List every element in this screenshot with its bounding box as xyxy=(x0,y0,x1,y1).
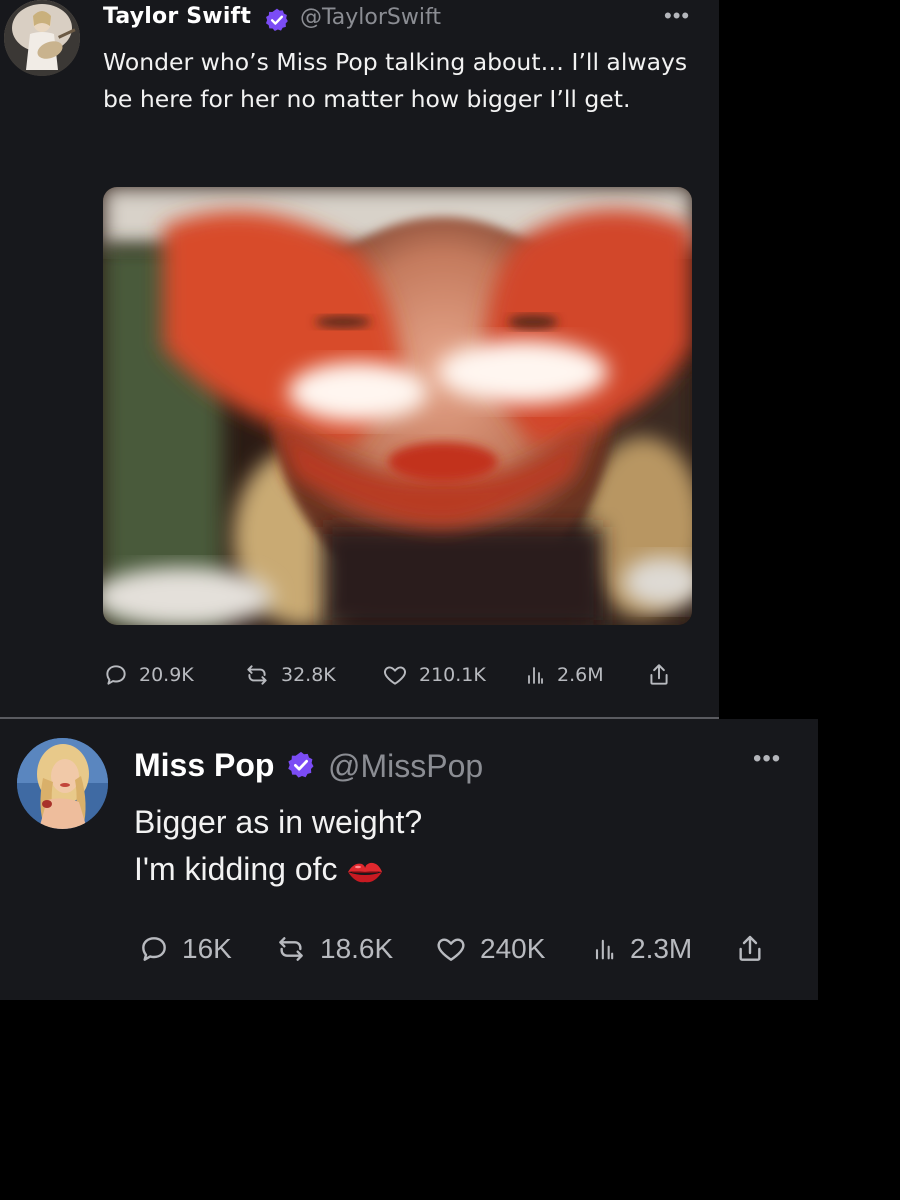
avatar[interactable] xyxy=(17,738,108,829)
reply-button[interactable]: 20.9K xyxy=(103,655,194,695)
share-icon xyxy=(650,664,668,685)
reply-icon xyxy=(106,665,126,685)
tweet-card-taylor[interactable]: Taylor Swift @TaylorSwift ••• Wonder who… xyxy=(0,0,719,717)
more-options-icon[interactable]: ••• xyxy=(753,747,781,771)
retweet-button[interactable]: 18.6K xyxy=(274,927,393,971)
reply-count: 16K xyxy=(182,933,232,964)
like-count: 240K xyxy=(480,933,546,964)
reply-count: 20.9K xyxy=(139,664,194,686)
verified-badge-icon xyxy=(288,751,314,778)
screenshot-stage: Taylor Swift @TaylorSwift ••• Wonder who… xyxy=(0,0,900,1200)
views-chart-icon xyxy=(595,939,614,960)
heart-icon xyxy=(384,666,406,685)
view-count: 2.3M xyxy=(630,933,693,964)
tweet-text: Bigger as in weight? I'm kidding ofc xyxy=(134,799,774,893)
hand-heart-photo-icon xyxy=(103,187,692,625)
author-name[interactable]: Miss Pop xyxy=(134,747,274,784)
retweet-icon xyxy=(279,937,303,961)
retweet-count: 32.8K xyxy=(281,664,336,686)
views-button[interactable]: 2.6M xyxy=(523,655,604,695)
tweet-text: Wonder who’s Miss Pop talking about… I’l… xyxy=(103,48,688,113)
tweet-text-line-2: I'm kidding ofc xyxy=(134,851,338,887)
author-name[interactable]: Taylor Swift xyxy=(103,4,251,29)
blonde-woman-avatar-icon xyxy=(17,738,108,829)
author-handle[interactable]: @TaylorSwift xyxy=(300,5,441,30)
like-button[interactable]: 210.1K xyxy=(381,655,486,695)
more-options-icon[interactable]: ••• xyxy=(664,5,690,27)
like-count: 210.1K xyxy=(419,664,486,686)
tweet-text-line-1: Bigger as in weight? xyxy=(134,804,423,840)
views-button[interactable]: 2.3M xyxy=(590,927,692,971)
tweet-card-misspop[interactable]: Miss Pop @MissPop ••• Bigger as in weigh… xyxy=(0,719,818,1000)
retweet-button[interactable]: 32.8K xyxy=(243,655,336,695)
retweet-icon xyxy=(247,665,267,685)
views-chart-icon xyxy=(528,667,543,684)
heart-icon xyxy=(437,938,465,961)
author-handle[interactable]: @MissPop xyxy=(328,748,483,785)
avatar[interactable] xyxy=(4,0,80,76)
performer-with-guitar-avatar-icon xyxy=(4,0,80,76)
like-button[interactable]: 240K xyxy=(434,927,545,971)
tweet-media-photo[interactable] xyxy=(103,187,692,625)
tweet-action-bar: 16K 18.6K 240K 2.3M xyxy=(138,927,778,971)
verified-badge-icon xyxy=(265,8,288,31)
share-icon xyxy=(739,935,761,961)
reply-button[interactable]: 16K xyxy=(138,927,232,971)
reply-icon xyxy=(142,937,166,961)
tweet-text-line-2-wrap: I'm kidding ofc xyxy=(134,846,774,893)
tweet-action-bar: 20.9K 32.8K 210.1K 2.6M xyxy=(103,655,683,695)
share-button[interactable] xyxy=(646,655,672,695)
view-count: 2.6M xyxy=(557,664,604,686)
share-button[interactable] xyxy=(734,927,766,971)
kiss-mark-icon xyxy=(347,862,382,883)
retweet-count: 18.6K xyxy=(320,933,394,964)
